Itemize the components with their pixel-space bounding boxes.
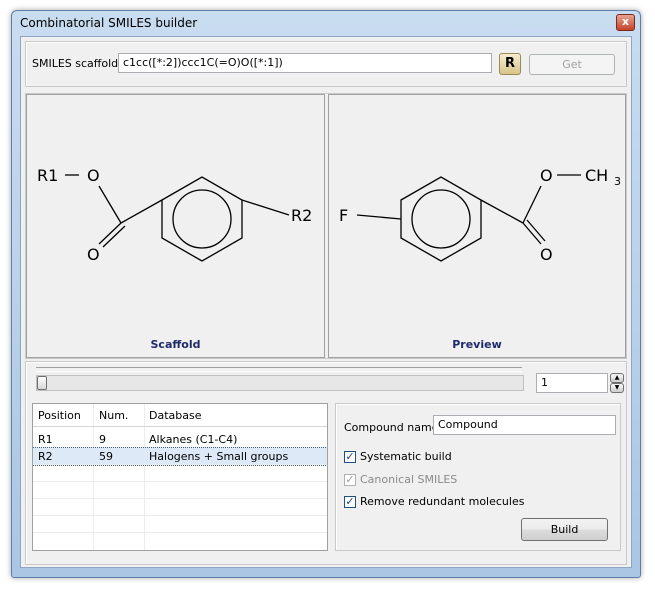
atom-ch: CH [585,166,608,185]
get-button[interactable]: Get [529,54,615,75]
compound-name-input[interactable]: Compound [433,415,616,435]
insert-r-group-button[interactable]: R [499,53,521,75]
canonical-smiles-label[interactable]: Canonical SMILES [360,473,457,486]
compound-slider-thumb[interactable] [37,376,47,390]
atom-sub3: 3 [614,175,621,188]
atom-o-top: O [540,166,553,185]
spin-down-button[interactable]: ▼ [610,383,624,393]
table-row-empty [33,465,327,482]
chevron-up-icon: ▲ [614,374,620,381]
smiles-scaffold-label: SMILES scaffold: [32,57,122,70]
atom-f: F [339,206,348,225]
compound-name-label: Compound name: [344,421,443,434]
compound-index-spinbox[interactable]: 1 [536,373,608,393]
cell-position: R1 [38,433,53,446]
compound-slider-track[interactable] [36,375,524,391]
slider-divider [36,367,522,372]
structure-panel: R1 O O R2 Scaffold F O CH 3 O Preview [25,93,627,359]
close-icon: x [621,15,630,28]
systematic-build-label[interactable]: Systematic build [360,450,452,463]
cell-database: Halogens + Small groups [149,450,289,463]
options-group: Compound name: Compound ✓ Systematic bui… [335,403,621,551]
scaffold-caption: Scaffold [150,338,201,351]
table-header: Position Num. Database [33,404,327,427]
atom-r1: R1 [37,166,58,185]
scaffold-canvas[interactable]: R1 O O R2 Scaffold [26,94,325,358]
systematic-build-checkbox[interactable]: ✓ [344,451,356,463]
preview-structure: F O CH 3 O [339,166,621,264]
checkmark-icon: ✓ [345,450,355,463]
chevron-down-icon: ▼ [614,384,620,391]
cell-num: 9 [99,433,106,446]
column-header-num[interactable]: Num. [99,409,128,422]
title-bar[interactable]: Combinatorial SMILES builder x [12,11,640,35]
table-row[interactable]: R1 9 Alkanes (C1-C4) [33,431,327,448]
atom-o-bottom: O [87,245,100,264]
remove-redundant-label[interactable]: Remove redundant molecules [360,495,524,508]
remove-redundant-checkbox[interactable]: ✓ [344,496,356,508]
r-group-icon: R [504,56,515,71]
table-row-empty [33,499,327,516]
table-row-selected[interactable]: R2 59 Halogens + Small groups [33,447,327,466]
smiles-scaffold-input[interactable]: c1cc([*:2])ccc1C(=O)O([*:1]) [118,53,492,73]
cell-position: R2 [38,450,53,463]
atom-o-bottom: O [540,245,553,264]
cell-num: 59 [99,450,113,463]
checkmark-icon: ✓ [345,473,355,486]
position-table[interactable]: Position Num. Database R1 9 Alkanes (C1-… [32,403,328,551]
canonical-smiles-checkbox[interactable]: ✓ [344,474,356,486]
cell-database: Alkanes (C1-C4) [149,433,238,446]
atom-r2: R2 [291,206,312,225]
build-button[interactable]: Build [521,518,608,541]
spin-up-button[interactable]: ▲ [610,373,624,383]
table-row-empty [33,482,327,499]
window-title: Combinatorial SMILES builder [20,16,198,30]
atom-o-top: O [87,166,100,185]
checkmark-icon: ✓ [345,495,355,508]
scaffold-structure: R1 O O R2 [37,166,312,264]
table-row-empty [33,516,327,533]
preview-caption: Preview [452,338,502,351]
preview-canvas[interactable]: F O CH 3 O Preview [328,94,626,358]
close-button[interactable]: x [616,14,635,31]
spinner: ▲ ▼ [610,373,624,393]
column-header-position[interactable]: Position [38,409,81,422]
scaffold-bar: SMILES scaffold: c1cc([*:2])ccc1C(=O)O([… [25,41,627,87]
column-header-database[interactable]: Database [149,409,202,422]
